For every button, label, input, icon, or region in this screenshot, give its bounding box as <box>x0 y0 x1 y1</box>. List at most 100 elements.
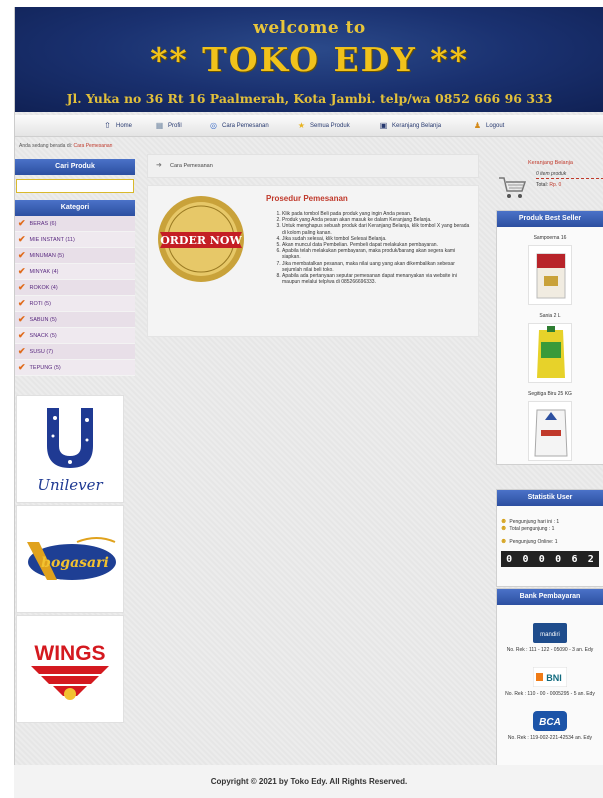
search-input[interactable] <box>16 179 134 193</box>
kategori-label: SNACK (5) <box>29 332 57 339</box>
unilever-logo[interactable]: Unilever <box>16 395 124 503</box>
counter-digit: 2 <box>587 553 594 565</box>
procedure-step: Untuk menghapus sebuah produk dari Keran… <box>282 223 472 235</box>
kategori-item[interactable]: ✔ SNACK (5) <box>15 328 135 344</box>
nav-logout[interactable]: ♟ Logout <box>473 121 504 131</box>
wings-text: WINGS <box>34 642 105 665</box>
bca-logo-text: BCA <box>539 717 561 728</box>
bank-item-mandiri: mandiri No. Rek : 111 - 122 - 05090 - 3 … <box>497 615 603 653</box>
nav-semua-label: Semua Produk <box>310 123 350 129</box>
shop-address: Jl. Yuka no 36 Rt 16 Paalmerah, Kota Jam… <box>66 91 553 106</box>
kategori-item[interactable]: ✔ MIE INSTANT (11) <box>15 232 135 248</box>
bank-detail: No. Rek : 119-002-221-42534 an. Edy <box>507 735 593 741</box>
oil-pouch-image <box>537 326 565 378</box>
statistik-title: Statistik User <box>497 490 603 506</box>
statistik-panel: Statistik User ☻ Pengunjung hari ini : 1 … <box>496 489 603 587</box>
procedure-title: Prosedur Pemesanan <box>266 194 348 203</box>
bank-detail: No. Rek : 111 - 122 - 05090 - 3 an. Edy <box>506 647 594 653</box>
bank-item-bca: BCA No. Rek : 119-002-221-42534 an. Edy <box>497 703 603 741</box>
unilever-text: Unilever <box>37 476 103 494</box>
nav-home[interactable]: ⇧ Home <box>103 121 132 131</box>
badge-text: ORDER NOW <box>160 234 242 247</box>
star-icon: ★ <box>297 121 306 130</box>
kategori-item[interactable]: ✔ TEPUNG (5) <box>15 360 135 376</box>
stat-online: ☻ Pengunjung Online: 1 <box>497 538 603 545</box>
check-icon: ✔ <box>18 218 26 228</box>
cart-summary[interactable]: Keranjang Belanja 0 item produk Total: R… <box>496 157 603 207</box>
user-icon: ☻ <box>500 525 508 532</box>
nav-cara-pemesanan[interactable]: ◎ Cara Pemesanan <box>209 121 269 131</box>
kategori-item[interactable]: ✔ ROTI (5) <box>15 296 135 312</box>
procedure-step: Jika membatalkan pesanan, maka nilai uan… <box>282 261 472 273</box>
product-item[interactable]: Sampoerna 16 <box>497 235 603 305</box>
bni-logo: BNI <box>532 666 568 688</box>
stat-today-label: Pengunjung hari ini : 1 <box>509 518 560 525</box>
cart-total: Total: Rp. 0 <box>536 182 561 188</box>
product-item[interactable]: Sania 2 L <box>497 313 603 383</box>
page-wrapper: welcome to ** TOKO EDY ** Jl. Yuka no 36… <box>14 7 603 798</box>
bca-logo: BCA <box>533 711 567 731</box>
mandiri-logo: mandiri <box>533 623 567 643</box>
nav-home-label: Home <box>116 123 133 129</box>
best-seller-title: Produk Best Seller <box>497 211 603 227</box>
content-breadcrumb: ➜ Cara Pemesanan <box>147 154 479 178</box>
user-icon: ☻ <box>500 518 508 525</box>
kategori-item[interactable]: ✔ SABUN (5) <box>15 312 135 328</box>
shop-name: ** TOKO EDY ** <box>150 40 469 79</box>
stat-total-label: Total pengunjung : 1 <box>509 525 555 532</box>
stat-total: ☻ Total pengunjung : 1 <box>497 525 603 532</box>
wings-logo-graphic: WINGS <box>31 642 109 700</box>
bank-title: Bank Pembayaran <box>497 589 603 605</box>
breadcrumb-current[interactable]: Cara Pemesanan <box>74 143 113 149</box>
cart-items: 0 item produk <box>536 171 567 177</box>
wings-logo[interactable]: WINGS <box>16 615 124 723</box>
kategori-item[interactable]: ✔ MINYAK (4) <box>15 264 135 280</box>
kategori-title: Kategori <box>15 200 135 216</box>
nav-profil-label: Profil <box>168 123 182 129</box>
content-box: ORDER NOW Prosedur Pemesanan Klik pada t… <box>147 185 479 337</box>
check-icon: ✔ <box>18 282 26 292</box>
nav-profil[interactable]: ▦ Profil <box>155 121 182 131</box>
counter-digit: 0 <box>522 553 529 565</box>
kategori-label: MINUMAN (5) <box>29 252 65 259</box>
kategori-item[interactable]: ✔ BERAS (6) <box>15 216 135 232</box>
product-name: Segitiga Biru 25 KG <box>528 391 572 397</box>
nav-semua-produk[interactable]: ★ Semua Produk <box>297 121 350 131</box>
product-item[interactable]: Segitiga Biru 25 KG <box>497 391 603 461</box>
nav-keranjang-label: Keranjang Belanja <box>392 123 442 129</box>
check-icon: ✔ <box>18 346 26 356</box>
kategori-item[interactable]: ✔ MINUMAN (5) <box>15 248 135 264</box>
breadcrumb-prefix: Anda sedang berada di: <box>19 143 73 149</box>
procedure-step: Apabila telah melakukan pembayaran, maka… <box>282 248 472 260</box>
procedure-step: Apabila ada pertanyaan seputar pemesanan… <box>282 273 472 285</box>
check-icon: ✔ <box>18 362 26 372</box>
kategori-label: SABUN (5) <box>29 316 57 323</box>
search-title: Cari Produk <box>15 159 135 175</box>
kategori-label: ROKOK (4) <box>29 284 58 291</box>
bogasari-text: bogasari <box>41 555 109 571</box>
bank-item-bni: BNI No. Rek : 110 - 00 - 0005295 - 5 an.… <box>497 659 603 697</box>
kategori-label: MINYAK (4) <box>29 268 59 275</box>
kategori-item[interactable]: ✔ ROKOK (4) <box>15 280 135 296</box>
kategori-label: BERAS (6) <box>29 220 57 227</box>
user-icon: ☻ <box>500 538 508 545</box>
bni-logo-text: BNI <box>546 673 562 683</box>
arrow-icon: ➜ <box>156 162 162 169</box>
info-icon: ◎ <box>210 121 217 130</box>
kategori-item[interactable]: ✔ SUSU (7) <box>15 344 135 360</box>
product-name: Sampoerna 16 <box>533 235 567 241</box>
kategori-label: SUSU (7) <box>29 348 54 355</box>
nav-keranjang[interactable]: ▣ Keranjang Belanja <box>379 121 441 131</box>
content-breadcrumb-label: Cara Pemesanan <box>170 163 213 169</box>
visitor-counter: 0 0 0 0 6 2 <box>501 551 599 567</box>
counter-digit: 6 <box>571 553 578 565</box>
counter-digit: 0 <box>555 553 562 565</box>
cigarette-pack-image <box>536 253 566 299</box>
bogasari-logo[interactable]: bogasari <box>16 505 124 613</box>
kategori-list: ✔ BERAS (6) ✔ MIE INSTANT (11) ✔ MINUMAN (5… <box>15 216 135 376</box>
product-image <box>528 245 572 305</box>
stat-today: ☻ Pengunjung hari ini : 1 <box>497 518 603 525</box>
mandiri-logo-text: mandiri <box>540 632 560 638</box>
order-now-badge: ORDER NOW <box>158 196 244 282</box>
breadcrumb: Anda sedang berada di: Cara Pemesanan <box>15 141 603 151</box>
